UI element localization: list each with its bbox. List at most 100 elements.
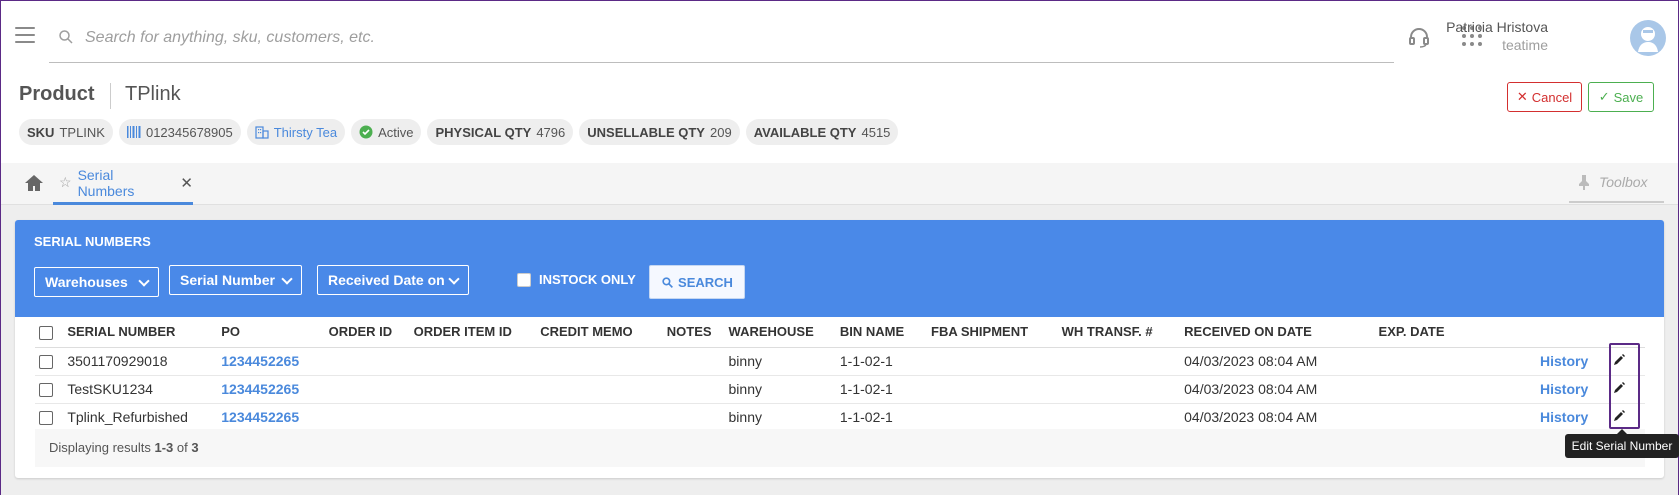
history-link[interactable]: History	[1465, 375, 1593, 404]
user-name: Patricia Hristova	[1446, 19, 1548, 35]
fba-shipment-cell	[927, 347, 1058, 376]
search-icon	[59, 30, 73, 44]
star-icon[interactable]: ☆	[59, 174, 72, 191]
menu-icon[interactable]	[15, 27, 35, 43]
vendor-link[interactable]: Thirsty Tea	[274, 125, 337, 140]
barcode-value: 012345678905	[145, 124, 233, 140]
exp-date-cell	[1374, 403, 1466, 432]
warehouse-cell: binny	[724, 375, 836, 404]
bin-cell: 1-1-02-1	[835, 403, 928, 432]
exp-date-cell	[1374, 347, 1466, 376]
user-org: teatime	[1502, 37, 1548, 53]
po-link[interactable]: 1234452265	[217, 375, 325, 404]
column-header[interactable]: PO	[217, 317, 325, 348]
column-header[interactable]: NOTES	[662, 317, 725, 348]
warehouses-filter[interactable]: Warehouses	[34, 267, 159, 297]
toolbox-button[interactable]: Toolbox	[1569, 163, 1664, 203]
physical-qty-value: 4796	[536, 124, 566, 140]
save-button[interactable]: ✓ Save	[1588, 82, 1654, 112]
row-select-cell	[35, 403, 64, 432]
column-header[interactable]: BIN NAME	[835, 317, 928, 348]
order-item-id-cell	[409, 375, 537, 404]
title-divider	[110, 83, 111, 109]
chevron-down-icon	[281, 273, 293, 285]
serial-numbers-panel: SERIAL NUMBERS Warehouses Serial Number …	[15, 220, 1664, 478]
order-item-id-cell	[409, 403, 537, 432]
po-link[interactable]: 1234452265	[217, 403, 325, 432]
page-title: Product	[19, 83, 95, 105]
headset-icon[interactable]	[1407, 25, 1431, 49]
column-header[interactable]: FBA SHIPMENT	[927, 317, 1058, 348]
avatar[interactable]	[1630, 20, 1666, 56]
order-id-cell	[324, 347, 410, 376]
sku-label: SKU	[27, 124, 55, 140]
save-label: Save	[1613, 89, 1644, 105]
received-date-filter[interactable]: Received Date on	[317, 265, 469, 295]
chevron-down-icon	[138, 275, 150, 287]
credit-memo-cell	[536, 403, 663, 432]
home-icon[interactable]	[23, 173, 45, 193]
serial-cell: Tplink_Refurbished	[63, 403, 218, 432]
cancel-button[interactable]: ✕ Cancel	[1507, 82, 1582, 112]
table-row: TestSKU1234 1234452265 binny 1-1-02-1 04…	[35, 375, 1645, 404]
column-header[interactable]: WH TRANSF. #	[1057, 317, 1181, 348]
search-icon	[662, 276, 673, 288]
tab-serial-numbers[interactable]: ☆ Serial Numbers ✕	[53, 163, 193, 205]
received-date-cell: 04/03/2023 08:04 AM	[1180, 403, 1375, 432]
table-row: 3501170929018 1234452265 binny 1-1-02-1 …	[35, 347, 1645, 376]
toolbox-icon	[1579, 175, 1589, 190]
row-checkbox[interactable]	[39, 383, 53, 398]
serial-cell: 3501170929018	[63, 347, 218, 376]
serial-numbers-table: SERIAL NUMBER PO ORDER ID ORDER ITEM ID …	[35, 317, 1645, 432]
select-all-cell	[35, 317, 64, 348]
select-all-checkbox[interactable]	[39, 325, 53, 340]
results-range: 1-3	[154, 440, 174, 455]
edit-tooltip: Edit Serial Number	[1565, 429, 1679, 458]
column-header[interactable]: SERIAL NUMBER	[63, 317, 218, 348]
available-qty-label: AVAILABLE QTY	[753, 124, 857, 140]
results-prefix: Displaying results	[49, 440, 155, 455]
table-row: Tplink_Refurbished 1234452265 binny 1-1-…	[35, 403, 1645, 432]
po-link[interactable]: 1234452265	[217, 347, 325, 376]
toolbox-label: Toolbox	[1599, 174, 1648, 190]
received-date-cell: 04/03/2023 08:04 AM	[1180, 347, 1375, 376]
check-icon: ✓	[1598, 89, 1610, 104]
search-button[interactable]: SEARCH	[649, 265, 745, 299]
building-icon	[255, 126, 269, 139]
fba-shipment-cell	[927, 403, 1058, 432]
column-header[interactable]: ORDER ID	[324, 317, 410, 348]
column-header[interactable]: EXP. DATE	[1374, 317, 1466, 348]
wh-transfer-cell	[1057, 375, 1181, 404]
column-header[interactable]: CREDIT MEMO	[536, 317, 663, 348]
credit-memo-cell	[536, 347, 663, 376]
panel-header: SERIAL NUMBERS Warehouses Serial Number …	[15, 220, 1664, 317]
row-checkbox[interactable]	[39, 411, 53, 426]
history-link[interactable]: History	[1465, 347, 1593, 376]
received-date-cell: 04/03/2023 08:04 AM	[1180, 375, 1375, 404]
row-checkbox[interactable]	[39, 355, 53, 370]
table-footer: Displaying results 1-3 of 3	[35, 429, 1645, 467]
search-input[interactable]	[85, 23, 1375, 53]
instock-label: INSTOCK ONLY	[539, 272, 636, 287]
serial-cell: TestSKU1234	[63, 375, 218, 404]
unsellable-qty-chip: UNSELLABLE QTY 209	[579, 119, 740, 145]
column-header[interactable]: ORDER ITEM ID	[409, 317, 537, 348]
column-header[interactable]: WAREHOUSE	[724, 317, 836, 348]
tab-label: Serial Numbers	[77, 166, 135, 199]
close-tab-icon[interactable]: ✕	[180, 174, 193, 192]
row-select-cell	[35, 375, 64, 404]
wh-transfer-cell	[1057, 403, 1181, 432]
notes-cell	[662, 375, 725, 404]
close-icon: ✕	[1516, 89, 1528, 104]
table-header-row: SERIAL NUMBER PO ORDER ID ORDER ITEM ID …	[35, 317, 1645, 348]
history-link[interactable]: History	[1465, 403, 1593, 432]
column-header[interactable]: RECEIVED ON DATE	[1180, 317, 1375, 348]
physical-qty-chip: PHYSICAL QTY 4796	[427, 119, 574, 145]
notes-cell	[662, 347, 725, 376]
fba-shipment-cell	[927, 375, 1058, 404]
search-button-label: SEARCH	[678, 274, 733, 290]
instock-checkbox[interactable]	[517, 272, 531, 287]
serial-number-filter[interactable]: Serial Number	[169, 265, 302, 295]
panel-title: SERIAL NUMBERS	[34, 234, 151, 249]
vendor-chip[interactable]: Thirsty Tea	[246, 119, 346, 145]
